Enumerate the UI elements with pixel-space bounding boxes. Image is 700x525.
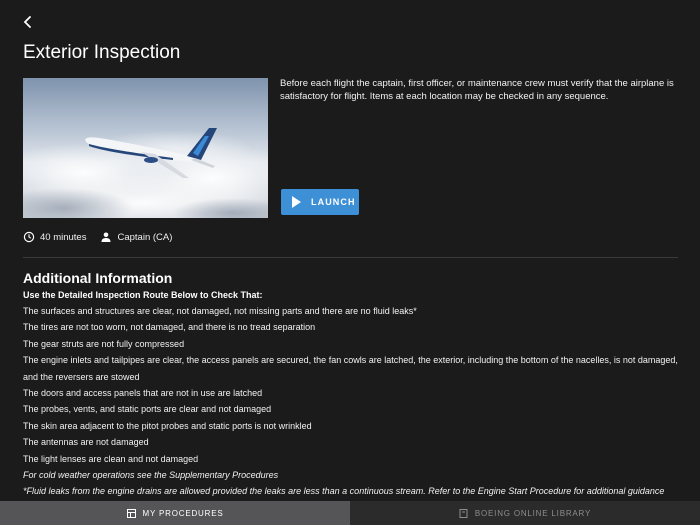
person-icon [101,232,111,242]
section-divider [23,257,678,258]
tab-label: BOEING ONLINE LIBRARY [474,508,592,518]
clock-icon [23,231,35,243]
tab-boeing-online-library[interactable]: BOEING ONLINE LIBRARY [350,501,700,525]
airplane-image [23,78,268,218]
role: Captain (CA) [100,231,172,243]
additional-info-subtitle: Use the Detailed Inspection Route Below … [23,290,263,300]
tab-my-procedures[interactable]: MY PROCEDURES [0,501,350,525]
list-item: The gear struts are not fully compressed [23,338,185,349]
list-item: The skin area adjacent to the pitot prob… [23,420,312,431]
list-item: The engine inlets and tailpipes are clea… [23,355,678,382]
play-icon [292,196,301,208]
procedure-meta: 40 minutes Captain (CA) [23,231,186,243]
chevron-left-icon [23,16,31,28]
bottom-tab-bar: MY PROCEDURES BOEING ONLINE LIBRARY [0,501,700,525]
duration-text: 40 minutes [40,231,87,243]
note-item: *Fluid leaks from the engine drains are … [23,486,665,497]
list-item: The doors and access panels that are not… [23,388,263,399]
page-title: Exterior Inspection [23,42,181,63]
tab-label: MY PROCEDURES [142,508,224,518]
launch-label: LAUNCH [311,197,356,207]
additional-info-title: Additional Information [23,270,173,286]
grid-icon [126,508,136,518]
duration: 40 minutes [23,231,86,243]
procedure-description: Before each flight the captain, first of… [280,78,674,102]
list-item: The surfaces and structures are clear, n… [23,306,417,316]
role-text: Captain (CA) [117,231,173,243]
launch-button[interactable]: LAUNCH [281,189,359,215]
note-item: For cold weather operations see the Supp… [23,470,279,481]
book-icon [459,508,468,518]
list-item: The antennas are not damaged [23,437,149,448]
back-button[interactable] [18,12,38,32]
list-item: The probes, vents, and static ports are … [23,404,272,415]
inspection-list: The surfaces and structures are clear, n… [23,303,683,500]
list-item: The light lenses are clean and not damag… [23,453,199,464]
list-item: The tires are not too worn, not damaged,… [23,322,316,333]
